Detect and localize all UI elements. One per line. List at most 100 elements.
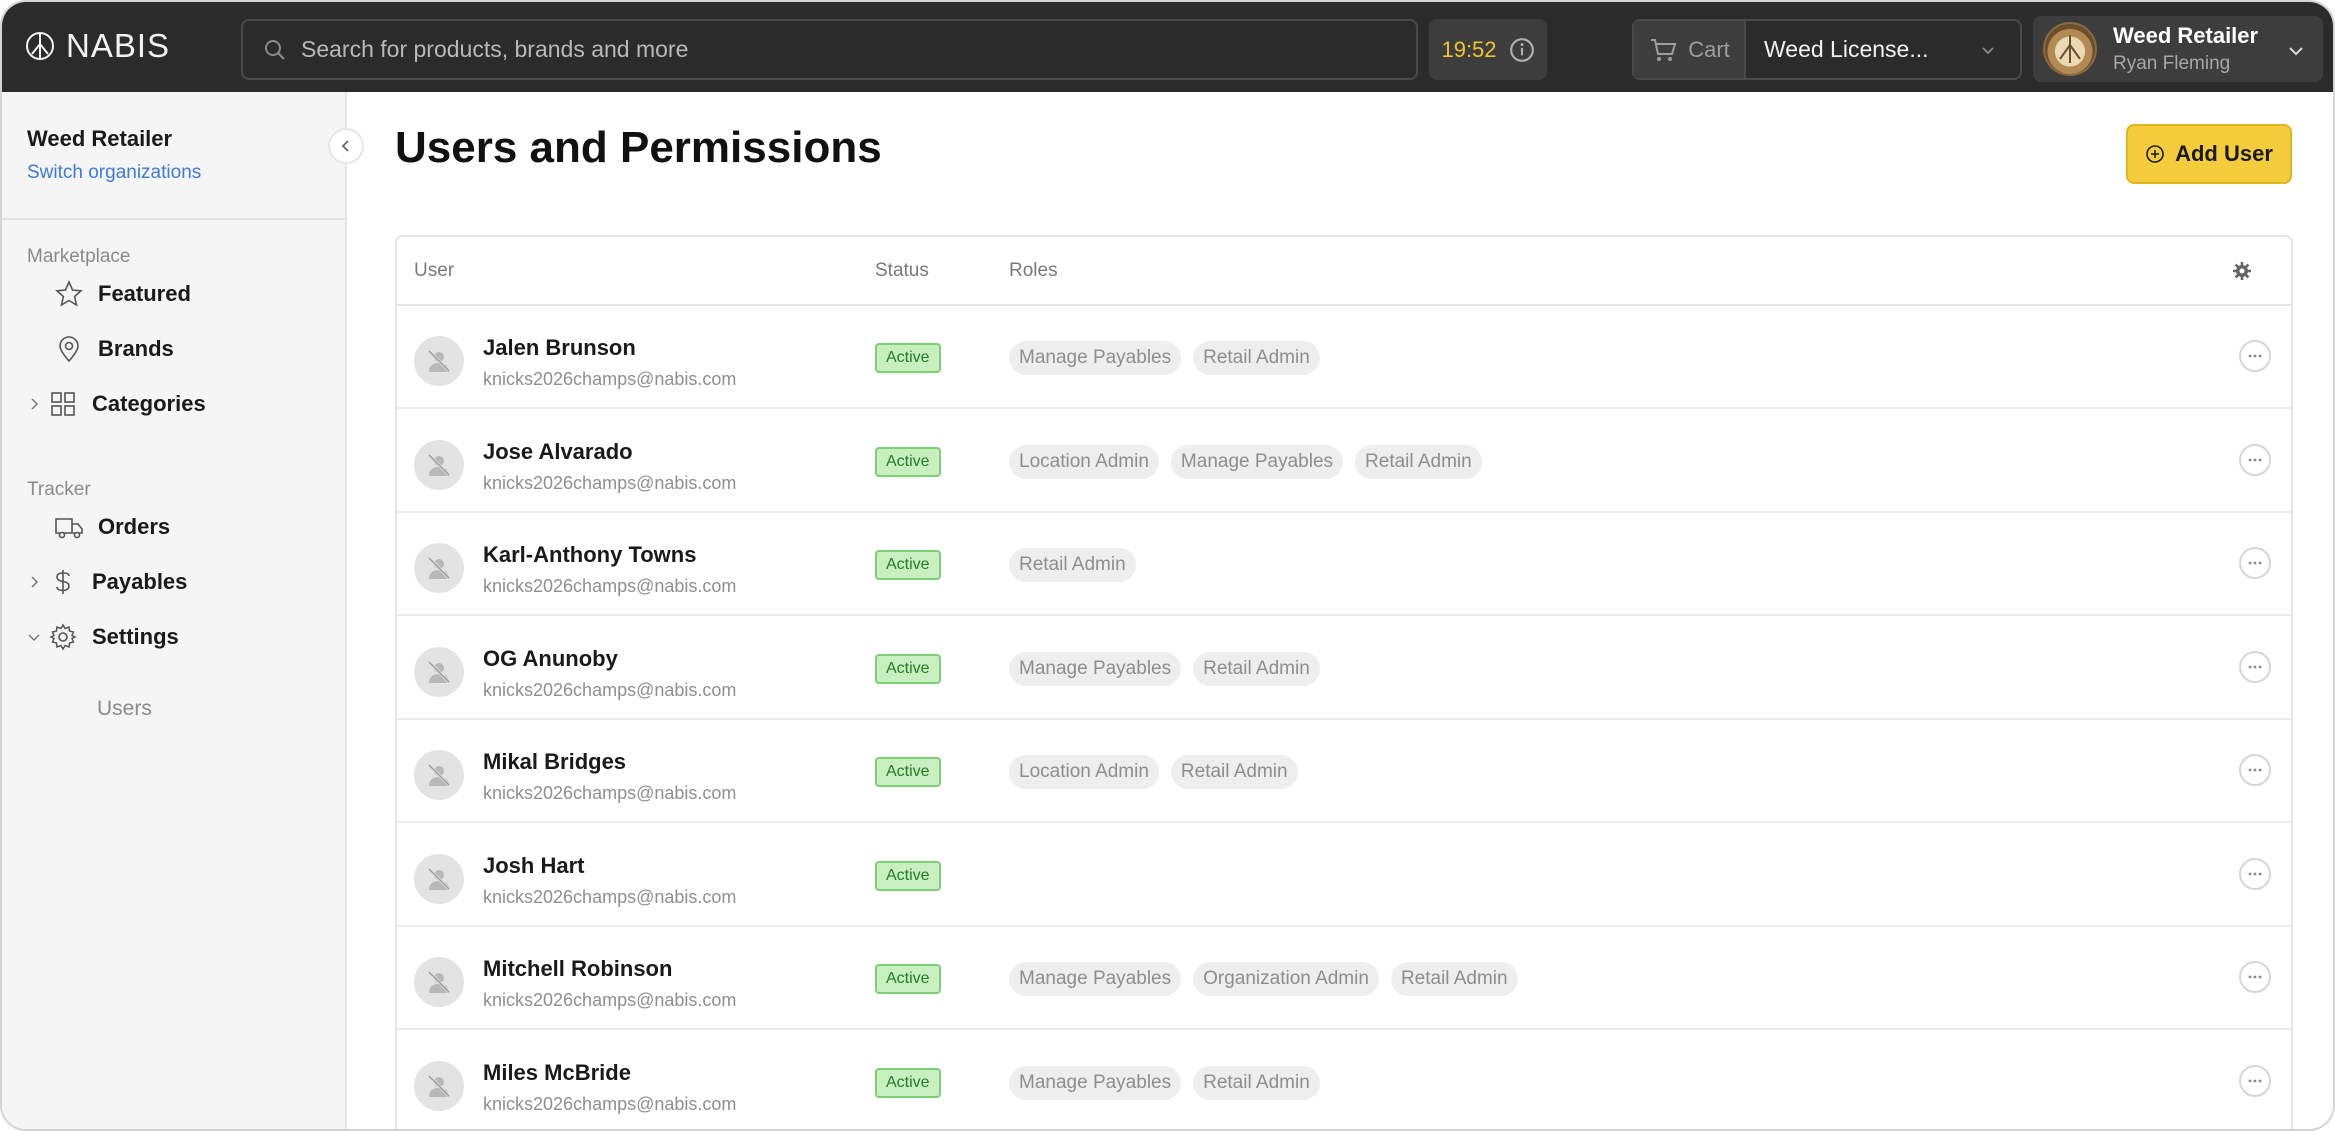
section-label-tracker: Tracker [27,479,91,500]
user-email: knicks2026champs@nabis.com [483,576,737,596]
row-actions-button[interactable] [2239,1064,2271,1097]
status-badge: Active [875,343,941,373]
user-avatar-placeholder-icon [427,556,451,580]
role-tag: Retail Admin [1355,444,1482,479]
table-row[interactable]: Josh Hart knicks2026champs@nabis.com Act… [397,824,2291,927]
table-row[interactable]: Jose Alvarado knicks2026champs@nabis.com… [397,410,2291,513]
status-badge: Active [875,860,941,891]
role-tag: Manage Payables [1170,444,1344,479]
sidebar-item-label: Categories [92,391,206,416]
row-actions-button[interactable] [2239,961,2271,993]
info-icon[interactable] [1509,37,1535,63]
sidebar-item-featured[interactable]: Featured [54,274,191,314]
license-select[interactable]: Weed License... [1746,21,2020,78]
roles-list: Location Admin Manage Payables Retail Admi… [1009,444,1482,479]
table-row[interactable]: Karl-Anthony Towns knicks2026champs@nabi… [397,513,2291,616]
cart-button[interactable]: Cart [1634,21,1746,78]
more-horizontal-icon [2248,872,2262,875]
search-bar[interactable] [241,19,1418,80]
org-avatar [2043,22,2097,76]
user-name: Miles McBride [483,1059,631,1085]
user-email: knicks2026champs@nabis.com [483,886,737,907]
chevron-right-icon[interactable] [26,574,42,590]
sidebar-subitem-users[interactable]: Users [97,697,152,721]
plus-circle-icon [2146,145,2164,163]
section-label-marketplace: Marketplace [27,246,131,267]
role-tag: Retail Admin [1193,341,1320,375]
account-menu[interactable]: Weed Retailer Ryan Fleming [2033,16,2323,82]
cart-icon [1651,38,1677,61]
org-logo-icon [2059,35,2081,63]
avatar [414,543,464,593]
sidebar-item-label: Featured [98,281,191,306]
top-bar: NABIS 19:52 Car [2,2,2333,92]
chevron-down-icon[interactable] [26,629,42,645]
users-table: User Status Roles Jalen Brunson knicks20… [395,235,2293,1130]
avatar [414,853,464,904]
more-horizontal-icon [2248,768,2262,772]
row-actions-button[interactable] [2239,340,2271,372]
chevron-down-icon [1982,46,1994,54]
switch-organizations-link[interactable]: Switch organizations [27,162,201,184]
add-user-button[interactable]: Add User [2126,124,2292,184]
roles-list: Location Admin Retail Admin [1009,755,1298,789]
row-actions-button[interactable] [2239,547,2271,579]
sidebar-item-orders[interactable]: Orders [54,507,170,547]
sidebar-item-brands[interactable]: Brands [54,329,174,369]
search-input[interactable] [301,36,1401,63]
column-header-roles[interactable]: Roles [1009,260,1058,282]
sidebar-collapse-button[interactable] [328,128,364,164]
role-tag: Manage Payables [1009,651,1182,686]
sidebar-org-name: Weed Retailer [27,126,173,151]
status-badge: Active [875,964,941,994]
nabis-logo-icon [26,32,54,60]
status-badge: Active [875,550,941,580]
account-user: Ryan Fleming [2113,53,2231,74]
table-row[interactable]: Mitchell Robinson knicks2026champs@nabis… [397,927,2291,1030]
dollar-icon [56,570,70,594]
sidebar-item-categories[interactable]: Categories [26,384,206,424]
user-email: knicks2026champs@nabis.com [483,369,737,389]
role-tag: Retail Admin [1193,651,1320,686]
roles-list: Retail Admin [1009,548,1136,582]
user-avatar-placeholder-icon [427,349,451,373]
sidebar-divider [2,218,345,220]
row-actions-button[interactable] [2239,857,2271,890]
row-actions-button[interactable] [2239,443,2271,476]
add-user-label: Add User [2175,141,2273,166]
column-header-status[interactable]: Status [875,260,929,282]
role-tag: Retail Admin [1193,1065,1320,1100]
role-tag: Retail Admin [1390,962,1518,996]
sidebar-item-label: Orders [98,514,171,539]
sidebar-item-payables[interactable]: Payables [26,562,187,602]
logo-text: NABIS [66,27,171,64]
more-horizontal-icon [2248,665,2262,668]
more-horizontal-icon [2248,354,2262,358]
column-settings-gear-icon[interactable] [2230,259,2254,283]
timer-text: 19:52 [1441,36,1497,62]
table-row[interactable]: Mikal Bridges knicks2026champs@nabis.com… [397,720,2291,823]
chevron-right-icon[interactable] [26,396,42,412]
user-email: knicks2026champs@nabis.com [483,679,737,700]
nabis-logo[interactable]: NABIS [24,26,170,66]
row-actions-button[interactable] [2239,650,2271,683]
table-header: User Status Roles [397,237,2291,306]
table-row[interactable]: Jalen Brunson knicks2026champs@nabis.com… [397,306,2291,409]
user-name: Mikal Bridges [483,749,627,774]
more-horizontal-icon [2248,975,2262,979]
user-email: knicks2026champs@nabis.com [483,783,737,803]
table-row[interactable]: OG Anunoby knicks2026champs@nabis.com Ac… [397,617,2291,720]
status-badge: Active [875,757,941,787]
role-tag: Retail Admin [1009,548,1136,582]
role-tag: Manage Payables [1009,1065,1182,1100]
table-row[interactable]: Miles McBride knicks2026champs@nabis.com… [397,1031,2291,1130]
role-tag: Location Admin [1009,755,1159,789]
more-horizontal-icon [2248,458,2262,461]
row-actions-button[interactable] [2239,754,2271,786]
sidebar-item-label: Brands [98,336,174,361]
location-pin-icon [59,336,79,363]
grid-icon [51,392,75,416]
column-header-user[interactable]: User [414,260,454,282]
sidebar-item-settings[interactable]: Settings [26,617,179,657]
role-tag: Organization Admin [1193,962,1379,996]
